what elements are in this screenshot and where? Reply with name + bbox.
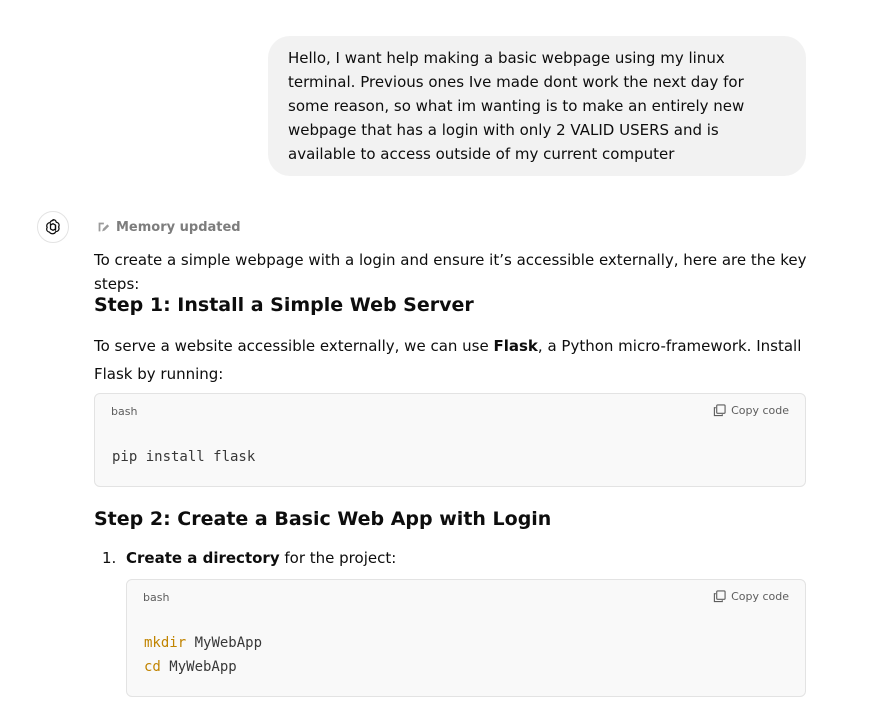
step1-para-bold: Flask <box>493 337 538 355</box>
user-message-text: Hello, I want help making a basic webpag… <box>288 49 745 163</box>
memory-pencil-icon <box>98 222 110 232</box>
list-item-rest: for the project: <box>279 549 397 567</box>
code-keyword: mkdir <box>144 635 187 651</box>
step1-para-before: To serve a website accessible externally… <box>94 337 494 355</box>
code-language-label: bash <box>111 405 138 418</box>
copy-code-button[interactable]: Copy code <box>713 404 789 417</box>
copy-code-label: Copy code <box>731 404 789 417</box>
list-item-bold: Create a directory <box>126 549 280 567</box>
code-content: mkdir MyWebApp cd MyWebApp <box>144 631 262 679</box>
step1-paragraph: To serve a website accessible externally… <box>94 332 806 388</box>
code-keyword: cd <box>144 659 161 675</box>
code-block-pip: bash Copy code pip install flask <box>94 393 806 487</box>
memory-updated-indicator[interactable]: Memory updated <box>96 216 241 238</box>
openai-logo-icon <box>46 219 60 235</box>
copy-code-label: Copy code <box>731 590 789 603</box>
code-argument: MyWebApp <box>186 635 263 651</box>
step2-heading: Step 2: Create a Basic Web App with Logi… <box>94 508 552 530</box>
code-language-label: bash <box>143 591 170 604</box>
list-number: 1. <box>102 549 117 567</box>
code-argument: MyWebApp <box>160 659 237 675</box>
copy-icon <box>713 590 726 603</box>
code-block-mkdir: bash Copy code mkdir MyWebApp cd MyWebAp… <box>126 579 806 697</box>
chat-page: Hello, I want help making a basic webpag… <box>0 0 875 704</box>
assistant-intro-text: To create a simple webpage with a login … <box>94 251 807 293</box>
code-content: pip install flask <box>112 445 255 469</box>
list-item-text: Create a directory for the project: <box>126 546 396 570</box>
list-item: 1. Create a directory for the project: <box>102 546 396 570</box>
user-message-bubble: Hello, I want help making a basic webpag… <box>268 36 806 176</box>
memory-updated-label: Memory updated <box>116 219 241 235</box>
code-line: pip install flask <box>112 449 256 465</box>
assistant-avatar <box>37 211 69 243</box>
step1-heading: Step 1: Install a Simple Web Server <box>94 294 474 316</box>
copy-icon <box>713 404 726 417</box>
copy-code-button[interactable]: Copy code <box>713 590 789 603</box>
